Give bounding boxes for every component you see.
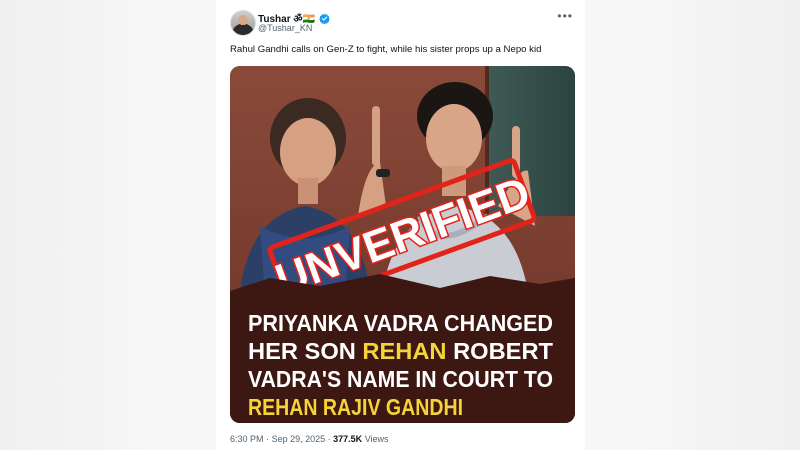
author-handle[interactable]: @Tushar_KN — [258, 23, 312, 33]
headline-line: HER SON REHAN ROBERT — [248, 338, 553, 364]
headline-line: PRIYANKA VADRA CHANGED — [248, 310, 553, 336]
tweet-footer: 6:30 PM · Sep 29, 2025 · 377.5K Views — [230, 434, 389, 444]
tweet-time[interactable]: 6:30 PM — [230, 434, 264, 444]
separator: · — [266, 434, 270, 444]
avatar[interactable] — [230, 10, 256, 36]
verified-badge-icon — [319, 13, 330, 24]
tweet-date[interactable]: Sep 29, 2025 — [272, 434, 326, 444]
views-label: Views — [364, 434, 389, 444]
more-horizontal-icon[interactable]: ••• — [557, 9, 573, 23]
tweet-media[interactable]: UNVERIFIED PRIYANKA VADRA CHANGED HER SON… — [230, 66, 575, 423]
media-image: UNVERIFIED PRIYANKA VADRA CHANGEDHER SON… — [230, 66, 575, 423]
tweet-card: Tushar ॐ🇮🇳 @Tushar_KN ••• Rahul Gandhi c… — [216, 0, 585, 450]
headline-line: VADRA'S NAME IN COURT TO — [248, 366, 553, 392]
views-count: 377.5K — [333, 434, 363, 444]
headline-line: REHAN RAJIV GANDHI — [248, 394, 463, 420]
separator: · — [327, 434, 331, 444]
tweet-text: Rahul Gandhi calls on Gen-Z to fight, wh… — [230, 44, 542, 55]
